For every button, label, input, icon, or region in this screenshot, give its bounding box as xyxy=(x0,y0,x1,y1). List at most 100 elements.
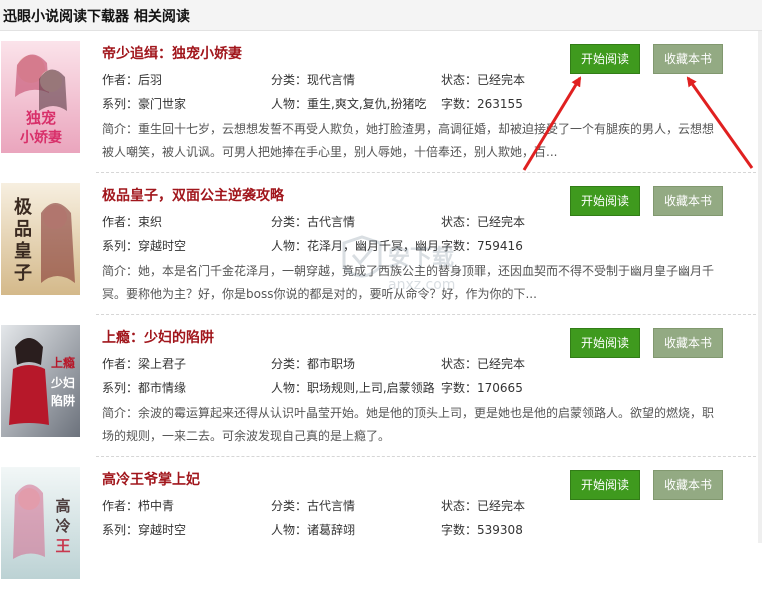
characters-field: 人物：重生,爽文,复仇,扮猪吃 xyxy=(271,95,426,112)
wordcount-field: 字数：539308 xyxy=(441,521,523,538)
book-cover[interactable]: 上瘾 少妇 陷阱 xyxy=(1,325,80,437)
author-label: 作者： xyxy=(102,499,139,513)
add-favorite-button[interactable]: 收藏本书 xyxy=(653,186,723,216)
start-reading-button[interactable]: 开始阅读 xyxy=(570,44,640,74)
book-cover[interactable]: 高 冷 王 xyxy=(1,467,80,579)
series-field: 系列：都市情缘 xyxy=(102,379,186,396)
characters-value: 诸葛辞翊 xyxy=(307,523,356,537)
series-value: 穿越时空 xyxy=(138,523,187,537)
add-favorite-button[interactable]: 收藏本书 xyxy=(653,44,723,74)
status-value: 已经完本 xyxy=(477,357,526,371)
wordcount-label: 字数： xyxy=(441,523,478,537)
series-field: 系列：穿越时空 xyxy=(102,237,186,254)
category-field: 分类：古代言情 xyxy=(271,497,355,514)
scrollbar[interactable] xyxy=(758,31,762,543)
status-label: 状态： xyxy=(441,73,478,87)
series-value: 都市情缘 xyxy=(138,381,187,395)
author-value: 后羽 xyxy=(138,73,163,87)
author-label: 作者： xyxy=(102,73,139,87)
author-value: 束织 xyxy=(138,215,163,229)
intro-label: 简介： xyxy=(102,264,139,278)
series-value: 豪门世家 xyxy=(138,97,187,111)
intro-label: 简介： xyxy=(102,406,139,420)
wordcount-label: 字数： xyxy=(441,97,478,111)
category-field: 分类：都市职场 xyxy=(271,355,355,372)
category-value: 古代言情 xyxy=(307,499,356,513)
svg-text:小娇妻: 小娇妻 xyxy=(20,129,62,146)
category-value: 现代言情 xyxy=(307,73,356,87)
svg-text:极: 极 xyxy=(14,197,33,218)
svg-text:少妇: 少妇 xyxy=(50,375,75,390)
series-label: 系列： xyxy=(102,523,139,537)
characters-value: 职场规则,上司,启蒙领路 xyxy=(307,381,435,395)
characters-label: 人物： xyxy=(271,239,308,253)
characters-label: 人物： xyxy=(271,97,308,111)
app-title: 迅眼小说阅读下载器 相关阅读 xyxy=(3,9,190,25)
app-header: 迅眼小说阅读下载器 相关阅读 xyxy=(0,0,762,31)
book-title[interactable]: 极品皇子，双面公主逆袭攻略 xyxy=(102,185,284,205)
wordcount-field: 字数：759416 xyxy=(441,237,523,254)
author-field: 作者：后羽 xyxy=(102,71,162,88)
book-title[interactable]: 帝少追缉：独宠小娇妻 xyxy=(102,43,242,63)
category-value: 古代言情 xyxy=(307,215,356,229)
status-value: 已经完本 xyxy=(477,499,526,513)
status-label: 状态： xyxy=(441,357,478,371)
status-value: 已经完本 xyxy=(477,215,526,229)
characters-label: 人物： xyxy=(271,381,308,395)
book-list: 独宠 小娇妻 帝少追缉：独宠小娇妻 开始阅读 收藏本书 作者：后羽 分类：现代言… xyxy=(0,31,762,579)
series-label: 系列： xyxy=(102,239,139,253)
series-field: 系列：穿越时空 xyxy=(102,521,186,538)
add-favorite-button[interactable]: 收藏本书 xyxy=(653,328,723,358)
book-cover[interactable]: 极 品 皇 子 xyxy=(1,183,80,295)
status-value: 已经完本 xyxy=(477,73,526,87)
status-field: 状态：已经完本 xyxy=(441,213,525,230)
author-label: 作者： xyxy=(102,357,139,371)
series-label: 系列： xyxy=(102,97,139,111)
svg-text:陷阱: 陷阱 xyxy=(51,393,75,408)
wordcount-label: 字数： xyxy=(441,381,478,395)
category-label: 分类： xyxy=(271,73,308,87)
book-title[interactable]: 上瘾：少妇的陷阱 xyxy=(102,327,214,347)
series-field: 系列：豪门世家 xyxy=(102,95,186,112)
category-field: 分类：古代言情 xyxy=(271,213,355,230)
intro-label: 简介： xyxy=(102,122,139,136)
svg-text:独宠: 独宠 xyxy=(26,109,56,127)
book-item: 独宠 小娇妻 帝少追缉：独宠小娇妻 开始阅读 收藏本书 作者：后羽 分类：现代言… xyxy=(0,31,762,173)
start-reading-button[interactable]: 开始阅读 xyxy=(570,328,640,358)
status-label: 状态： xyxy=(441,215,478,229)
intro-text: 简介：她，本是名门千金花泽月，一朝穿越，竟成了西族公主的替身顶罪，还因血契而不得… xyxy=(102,260,722,306)
intro-value: 余波的霉运算起来还得从认识叶晶莹开始。她是他的顶头上司，更是她也是他的启蒙领路人… xyxy=(102,406,715,443)
svg-text:高: 高 xyxy=(55,497,70,515)
series-label: 系列： xyxy=(102,381,139,395)
category-value: 都市职场 xyxy=(307,357,356,371)
start-reading-button[interactable]: 开始阅读 xyxy=(570,470,640,500)
category-label: 分类： xyxy=(271,357,308,371)
characters-field: 人物：诸葛辞翊 xyxy=(271,521,355,538)
svg-text:品: 品 xyxy=(14,219,32,240)
intro-text: 简介：重生回十七岁，云想想发誓不再受人欺负，她打脸渣男，高调征婚，却被迫接受了一… xyxy=(102,118,722,164)
author-field: 作者：束织 xyxy=(102,213,162,230)
wordcount-field: 字数：170665 xyxy=(441,379,523,396)
status-field: 状态：已经完本 xyxy=(441,355,525,372)
book-cover[interactable]: 独宠 小娇妻 xyxy=(1,41,80,153)
wordcount-value: 539308 xyxy=(477,523,523,537)
characters-field: 人物：职场规则,上司,启蒙领路 xyxy=(271,379,435,396)
category-field: 分类：现代言情 xyxy=(271,71,355,88)
book-item: 极 品 皇 子 极品皇子，双面公主逆袭攻略 开始阅读 收藏本书 作者：束织 分类… xyxy=(0,173,762,315)
add-favorite-button[interactable]: 收藏本书 xyxy=(653,470,723,500)
wordcount-value: 170665 xyxy=(477,381,523,395)
intro-value: 她，本是名门千金花泽月，一朝穿越，竟成了西族公主的替身顶罪，还因血契而不得不受制… xyxy=(102,264,715,301)
svg-text:上瘾: 上瘾 xyxy=(51,355,75,370)
characters-label: 人物： xyxy=(271,523,308,537)
author-value: 梁上君子 xyxy=(138,357,187,371)
author-field: 作者：栉中青 xyxy=(102,497,174,514)
book-title[interactable]: 高冷王爷掌上妃 xyxy=(102,469,200,489)
book-item: 高 冷 王 高冷王爷掌上妃 开始阅读 收藏本书 作者：栉中青 分类：古代言情 状… xyxy=(0,457,762,599)
svg-text:皇: 皇 xyxy=(14,240,32,262)
svg-text:王: 王 xyxy=(55,537,70,555)
start-reading-button[interactable]: 开始阅读 xyxy=(570,186,640,216)
wordcount-value: 263155 xyxy=(477,97,523,111)
status-label: 状态： xyxy=(441,499,478,513)
author-field: 作者：梁上君子 xyxy=(102,355,186,372)
series-value: 穿越时空 xyxy=(138,239,187,253)
